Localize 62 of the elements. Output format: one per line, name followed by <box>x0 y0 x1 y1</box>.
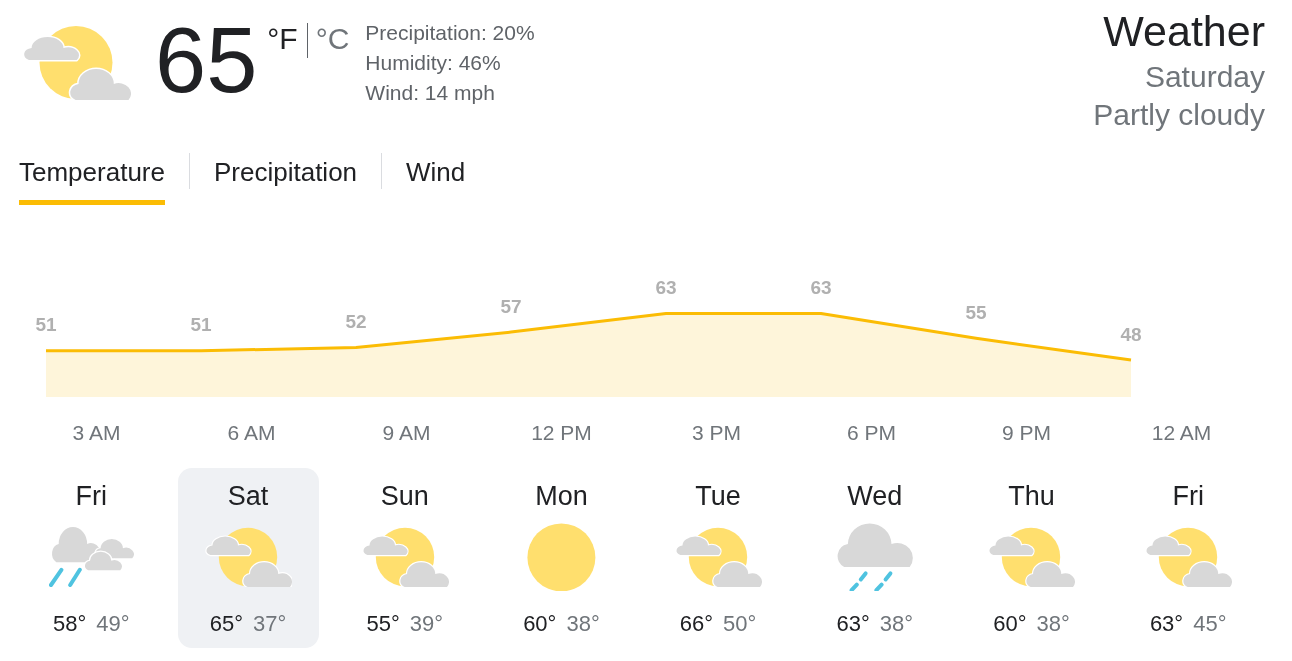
low-temp: 38° <box>566 610 600 638</box>
low-temp: 39° <box>409 610 443 638</box>
data-label: 51 <box>35 314 57 336</box>
low-temp: 38° <box>1036 610 1070 638</box>
data-label: 57 <box>500 295 522 317</box>
partly-cloudy-icon <box>21 25 131 100</box>
unit-option[interactable]: °C <box>315 21 350 57</box>
tab[interactable]: Wind <box>406 155 466 205</box>
data-label: 55 <box>965 301 987 323</box>
partly-cloudy-icon <box>204 527 293 587</box>
time-label: 3 AM <box>72 420 121 446</box>
partly-cloudy-icon <box>1144 527 1233 587</box>
day-name: Mon <box>535 480 588 512</box>
data-label: 63 <box>810 277 832 298</box>
day-name: Fri <box>75 480 108 512</box>
time-label: 9 AM <box>382 420 431 446</box>
day-name: Thu <box>1008 480 1055 512</box>
low-temp: 37° <box>253 610 287 638</box>
widget-title: Weather <box>1103 7 1265 55</box>
day-label: Saturday <box>1144 59 1265 95</box>
low-temp: 38° <box>879 610 914 638</box>
day-name: Fri <box>1172 480 1204 512</box>
data-label: 48 <box>1120 323 1142 345</box>
high-temp: 60° <box>993 610 1027 638</box>
time-label: 9 PM <box>1002 420 1051 446</box>
high-temp: 63° <box>1149 610 1184 638</box>
low-temp: 45° <box>1193 610 1227 638</box>
time-label: 6 PM <box>847 420 896 446</box>
unit-option[interactable]: °F <box>267 21 298 57</box>
partly-cloudy-icon <box>360 527 449 587</box>
day-name: Wed <box>847 480 903 512</box>
time-label: 6 AM <box>227 420 276 446</box>
day-name: Sun <box>380 480 429 512</box>
day-name: Sat <box>227 480 269 512</box>
tab[interactable]: Precipitation <box>213 155 358 205</box>
high-temp: 63° <box>836 610 870 638</box>
day-name: Tue <box>695 480 741 512</box>
time-label: 12 PM <box>531 420 592 446</box>
rain-clouds-icon <box>48 527 134 587</box>
weather-detail: Humidity: 46% <box>365 50 502 76</box>
high-temp: 66° <box>679 610 714 638</box>
time-label: 3 PM <box>692 420 741 446</box>
low-temp: 50° <box>723 610 757 638</box>
high-temp: 65° <box>209 610 244 638</box>
data-label: 63 <box>655 277 677 298</box>
high-temp: 60° <box>523 610 557 638</box>
sun-icon <box>527 522 596 592</box>
weather-detail: Precipitation: 20% <box>365 20 535 46</box>
rain-cloud-icon <box>836 522 914 592</box>
data-label: 52 <box>345 311 367 333</box>
partly-cloudy-icon <box>987 527 1076 587</box>
partly-cloudy-icon <box>674 527 763 587</box>
low-temp: 49° <box>96 610 130 638</box>
weather-detail: Wind: 14 mph <box>365 80 496 106</box>
time-label: 12 AM <box>1151 420 1212 446</box>
day-card[interactable]: Sat 65° 37° <box>177 468 319 648</box>
tab[interactable]: Temperature <box>19 155 165 205</box>
data-label: 51 <box>190 314 212 336</box>
condition-label: Partly cloudy <box>1093 97 1265 133</box>
current-temperature: 65 <box>155 14 258 106</box>
high-temp: 55° <box>366 610 400 638</box>
high-temp: 58° <box>53 610 87 638</box>
